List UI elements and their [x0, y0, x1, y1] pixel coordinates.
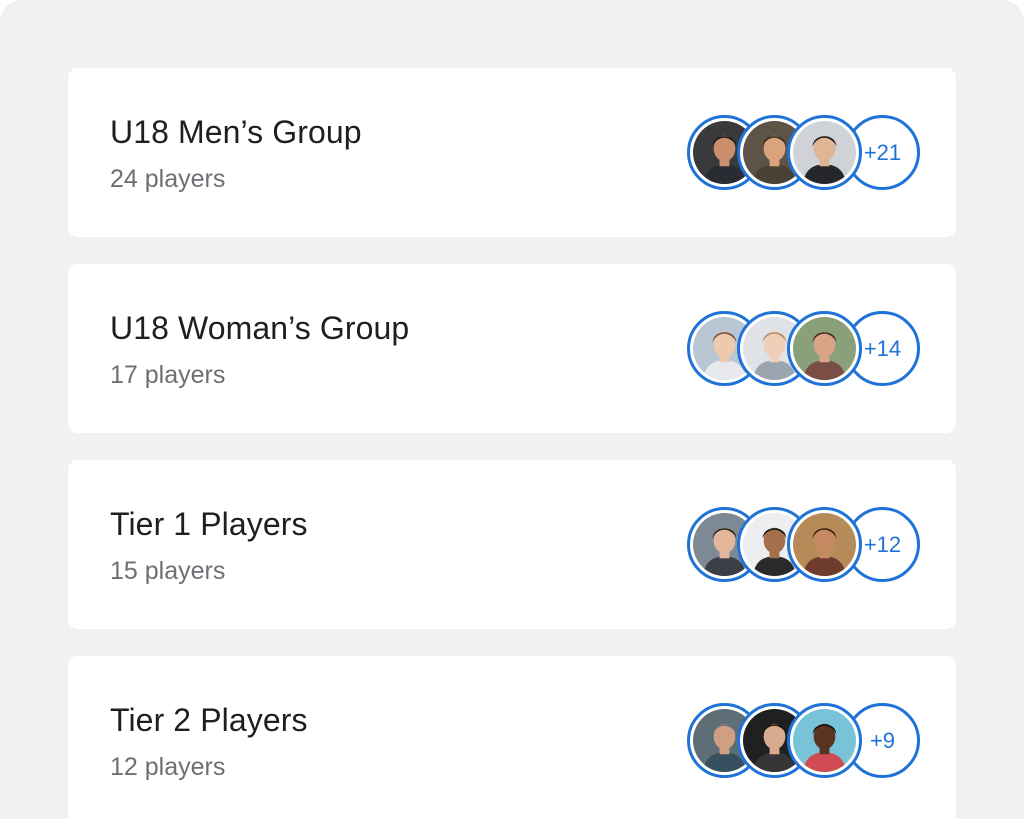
avatar-stack: +21	[687, 115, 920, 190]
portrait-image	[793, 513, 856, 576]
group-card-tier-1[interactable]: Tier 1 Players 15 players +12	[68, 460, 956, 629]
group-card-u18-men[interactable]: U18 Men’s Group 24 players +21	[68, 68, 956, 237]
player-avatar	[787, 507, 862, 582]
group-title: U18 Woman’s Group	[110, 310, 410, 346]
player-avatar	[787, 311, 862, 386]
group-title: Tier 2 Players	[110, 702, 308, 738]
group-card-u18-woman[interactable]: U18 Woman’s Group 17 players +14	[68, 264, 956, 433]
portrait-image	[793, 709, 856, 772]
player-count: 24 players	[110, 165, 226, 193]
portrait-image	[793, 317, 856, 380]
avatar-stack: +9	[687, 703, 920, 778]
avatar-stack: +14	[687, 311, 920, 386]
portrait-image	[793, 121, 856, 184]
player-count: 17 players	[110, 361, 226, 389]
group-card-tier-2[interactable]: Tier 2 Players 12 players +9	[68, 656, 956, 819]
player-count: 15 players	[110, 557, 226, 585]
group-list-panel: U18 Men’s Group 24 players +21 U18 Woman…	[0, 0, 1024, 819]
player-avatar	[787, 703, 862, 778]
group-title: U18 Men’s Group	[110, 114, 362, 150]
player-avatar	[787, 115, 862, 190]
group-title: Tier 1 Players	[110, 506, 308, 542]
player-count: 12 players	[110, 753, 226, 781]
avatar-stack: +12	[687, 507, 920, 582]
